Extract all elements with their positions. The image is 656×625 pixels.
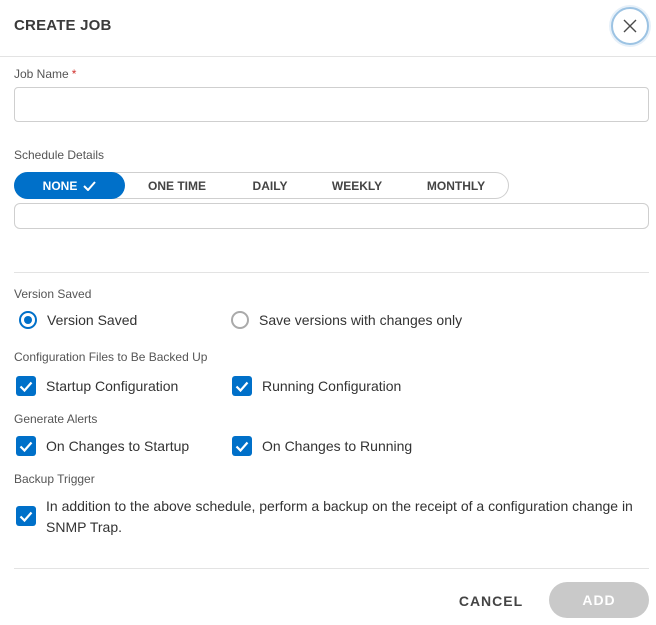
dialog-header: CREATE JOB [0, 0, 656, 57]
checkmark-icon [19, 441, 33, 452]
checkbox[interactable] [16, 376, 36, 396]
add-button[interactable]: ADD [549, 582, 649, 618]
schedule-option-daily[interactable]: DAILY [237, 172, 303, 199]
checkbox[interactable] [232, 376, 252, 396]
schedule-option-label: NONE [42, 178, 78, 193]
checkbox[interactable] [232, 436, 252, 456]
checkbox-running-configuration[interactable]: Running Configuration [232, 376, 401, 396]
checkmark-icon [235, 381, 249, 392]
schedule-option-monthly[interactable]: MONTHLY [414, 172, 498, 199]
cancel-button[interactable]: CANCEL [450, 584, 532, 618]
checkbox[interactable] [16, 436, 36, 456]
job-name-label-text: Job Name [14, 67, 69, 81]
required-marker: * [71, 67, 77, 81]
checkmark-icon [19, 511, 33, 522]
checkbox[interactable] [16, 506, 36, 526]
checkbox-changes-to-running[interactable]: On Changes to Running [232, 436, 412, 456]
checkbox-backup-trigger[interactable] [16, 506, 36, 526]
checkbox-label: On Changes to Running [262, 438, 413, 454]
footer-divider [14, 568, 649, 569]
schedule-option-one-time[interactable]: ONE TIME [135, 172, 219, 199]
backup-trigger-label: Backup Trigger [14, 472, 95, 486]
radio-save-changes-only[interactable]: Save versions with changes only [231, 311, 462, 329]
version-saved-label: Version Saved [14, 287, 92, 301]
job-name-input[interactable] [14, 87, 649, 122]
schedule-detail-field[interactable] [14, 203, 649, 229]
backup-trigger-text: In addition to the above schedule, perfo… [46, 498, 633, 535]
radio-button-unchecked[interactable] [231, 311, 249, 329]
generate-alerts-label: Generate Alerts [14, 412, 98, 426]
checkbox-changes-to-startup[interactable]: On Changes to Startup [16, 436, 189, 456]
checkmark-icon [235, 441, 249, 452]
config-files-label: Configuration Files to Be Backed Up [14, 350, 208, 364]
dialog-title: CREATE JOB [14, 17, 112, 34]
schedule-type-selector: NONE ONE TIME DAILY WEEKLY MONTHLY [14, 172, 509, 199]
divider [14, 272, 649, 273]
checkbox-label: Running Configuration [262, 378, 402, 394]
radio-button-checked[interactable] [19, 311, 37, 329]
checkbox-label: On Changes to Startup [46, 438, 190, 454]
radio-version-saved[interactable]: Version Saved [19, 311, 137, 329]
checkmark-icon [83, 180, 97, 191]
schedule-option-none[interactable]: NONE [14, 172, 125, 199]
job-name-label: Job Name * [14, 67, 76, 81]
schedule-details-label: Schedule Details [14, 148, 105, 162]
checkbox-startup-configuration[interactable]: Startup Configuration [16, 376, 178, 396]
close-button[interactable] [611, 7, 649, 45]
checkbox-label: Startup Configuration [46, 378, 179, 394]
radio-label: Version Saved [47, 312, 138, 328]
close-icon [623, 19, 637, 33]
checkmark-icon [19, 381, 33, 392]
schedule-option-weekly[interactable]: WEEKLY [320, 172, 394, 199]
radio-label: Save versions with changes only [259, 312, 463, 328]
